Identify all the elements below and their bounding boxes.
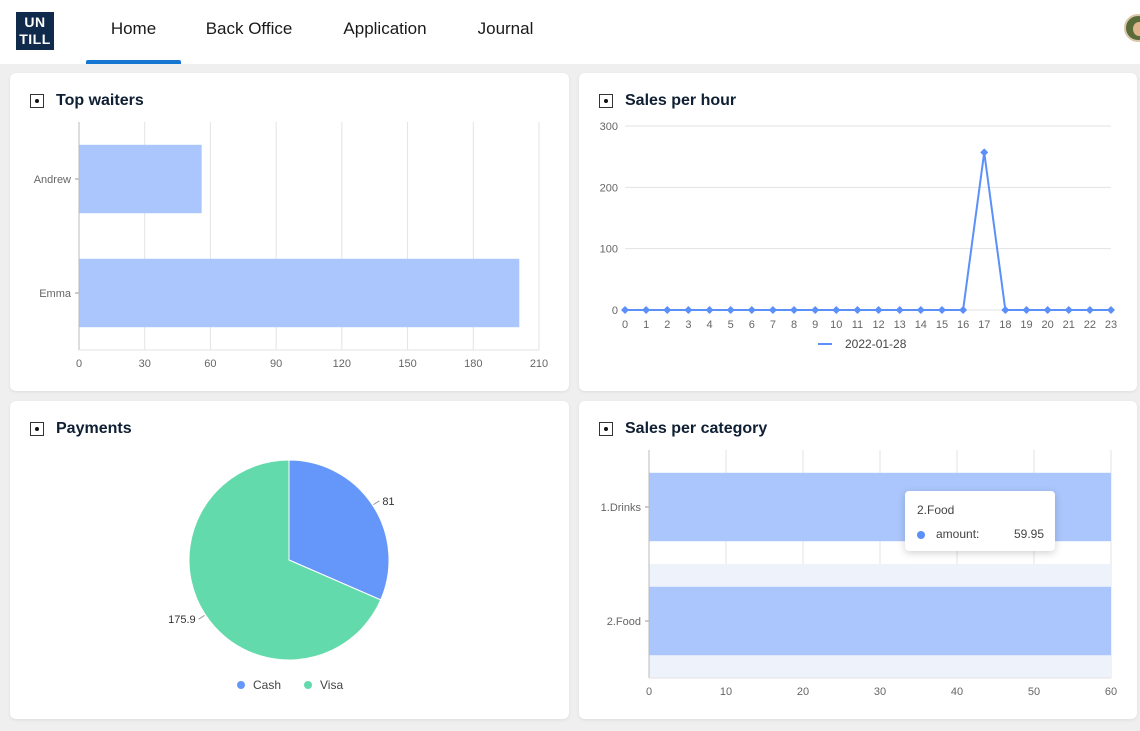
- data-point[interactable]: [1022, 306, 1031, 314]
- legend-label: Visa: [320, 678, 343, 692]
- data-point[interactable]: [980, 148, 989, 157]
- x-tick-label: 19: [1020, 319, 1032, 331]
- data-point[interactable]: [853, 306, 862, 314]
- legend-marker: [237, 681, 245, 689]
- x-tick-label: 90: [270, 358, 282, 370]
- data-point[interactable]: [1107, 306, 1115, 314]
- x-tick-label: 180: [464, 358, 482, 370]
- x-tick-label: 2: [664, 319, 670, 331]
- x-tick-label: 11: [852, 319, 863, 331]
- data-point[interactable]: [726, 306, 735, 314]
- slice-value-label: 81: [382, 496, 394, 508]
- category-label: Andrew: [34, 174, 71, 186]
- y-tick-label: 300: [600, 121, 618, 133]
- data-point[interactable]: [705, 306, 714, 314]
- x-tick-label: 22: [1084, 319, 1096, 331]
- tooltip-value: 59.95: [1013, 527, 1044, 541]
- x-tick-label: 12: [872, 319, 884, 331]
- data-point[interactable]: [642, 306, 651, 314]
- data-point[interactable]: [895, 306, 904, 314]
- bar[interactable]: [79, 258, 520, 328]
- data-point[interactable]: [916, 306, 925, 314]
- x-tick-label: 50: [1028, 686, 1040, 698]
- x-tick-label: 120: [333, 358, 351, 370]
- x-tick-label: 10: [720, 686, 732, 698]
- x-tick-label: 23: [1105, 319, 1117, 331]
- x-tick-label: 20: [1041, 319, 1053, 331]
- dashboard-charts: 0 30 60 90 120 150 180 210AndrewEmma01002003000…: [34, 121, 1117, 698]
- category-label: 2.Food: [607, 616, 641, 628]
- bar[interactable]: [649, 586, 1111, 656]
- label-leader-line: [198, 614, 205, 620]
- label-leader-line: [373, 500, 380, 506]
- data-point[interactable]: [1085, 306, 1094, 314]
- x-tick-label: 5: [728, 319, 734, 331]
- x-tick-label: 210: [530, 358, 548, 370]
- x-tick-label: 7: [770, 319, 776, 331]
- x-tick-label: 17: [978, 319, 990, 331]
- x-tick-label: 21: [1063, 319, 1075, 331]
- legend-label: 2022-01-28: [845, 337, 907, 351]
- x-tick-label: 20: [797, 686, 809, 698]
- x-tick-label: 13: [894, 319, 906, 331]
- x-tick-label: 18: [999, 319, 1011, 331]
- data-point[interactable]: [747, 306, 756, 314]
- x-tick-label: 30: [874, 686, 886, 698]
- data-point[interactable]: [832, 306, 841, 314]
- data-point[interactable]: [621, 306, 629, 314]
- x-tick-label: 0: [646, 686, 652, 698]
- slice-value-label: 175.9: [168, 614, 196, 626]
- data-point[interactable]: [874, 306, 883, 314]
- data-point[interactable]: [1043, 306, 1052, 314]
- legend-marker: [304, 681, 312, 689]
- category-label: Emma: [39, 288, 72, 300]
- x-tick-label: 1: [643, 319, 649, 331]
- data-point[interactable]: [811, 306, 820, 314]
- x-tick-label: 40: [951, 686, 963, 698]
- x-tick-label: 15: [936, 319, 948, 331]
- x-tick-label: 0: [622, 319, 628, 331]
- x-tick-label: 60: [1105, 686, 1117, 698]
- chart-tooltip: 2.Food amount: 59.95: [905, 491, 1055, 551]
- data-point[interactable]: [1064, 306, 1073, 314]
- x-tick-label: 4: [706, 319, 712, 331]
- y-tick-label: 100: [600, 244, 618, 256]
- y-tick-label: 0: [612, 305, 618, 317]
- x-tick-label: 6: [749, 319, 755, 331]
- legend-label: Cash: [253, 678, 281, 692]
- category-label: 1.Drinks: [601, 502, 642, 514]
- tooltip-title: 2.Food: [917, 503, 955, 517]
- x-tick-label: 14: [915, 319, 927, 331]
- x-tick-label: 60: [204, 358, 216, 370]
- bar[interactable]: [79, 144, 202, 214]
- x-tick-label: 8: [791, 319, 797, 331]
- data-point[interactable]: [1001, 306, 1010, 314]
- tooltip-series-name: amount:: [936, 527, 980, 541]
- data-point[interactable]: [684, 306, 693, 314]
- x-tick-label: 0: [76, 358, 82, 370]
- data-point[interactable]: [663, 306, 672, 314]
- x-tick-label: 150: [398, 358, 416, 370]
- x-tick-label: 3: [685, 319, 691, 331]
- x-tick-label: 30: [139, 358, 151, 370]
- x-tick-label: 9: [812, 319, 818, 331]
- data-point[interactable]: [959, 306, 968, 314]
- data-point[interactable]: [768, 306, 777, 314]
- data-point[interactable]: [790, 306, 799, 314]
- x-tick-label: 16: [957, 319, 969, 331]
- series-line: [625, 152, 1111, 311]
- y-tick-label: 200: [600, 182, 618, 194]
- x-tick-label: 10: [830, 319, 842, 331]
- data-point[interactable]: [937, 306, 946, 314]
- tooltip-series-dot: [917, 531, 925, 539]
